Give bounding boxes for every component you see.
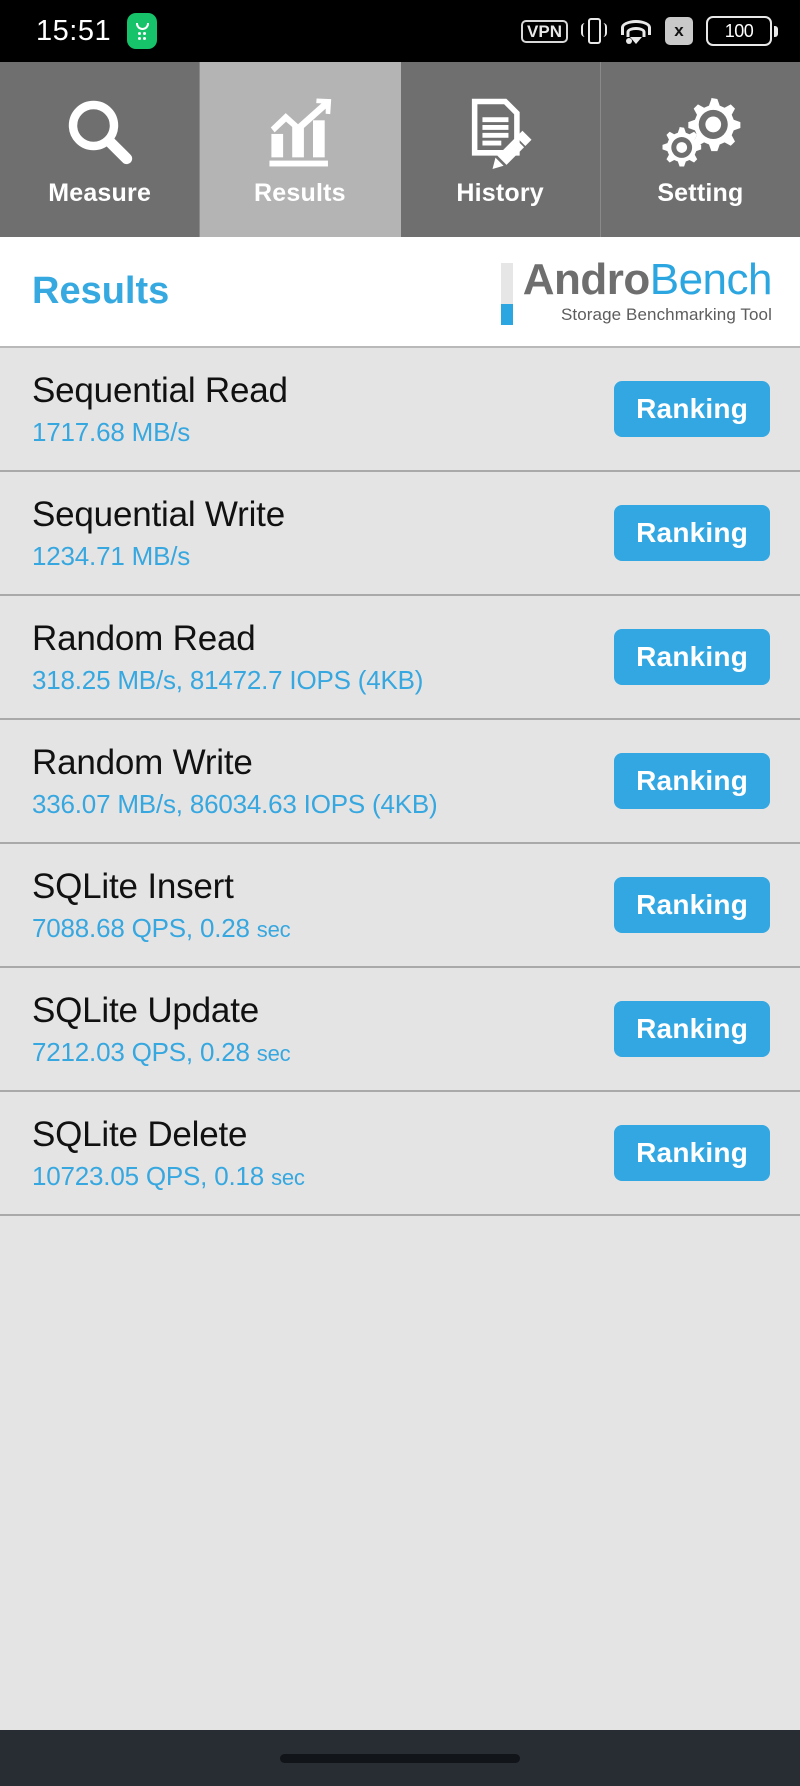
ranking-button[interactable]: Ranking xyxy=(614,381,770,437)
ranking-button[interactable]: Ranking xyxy=(614,753,770,809)
app-notification-icon xyxy=(127,13,158,49)
result-value: 1717.68 MB/s xyxy=(32,416,191,447)
result-name: Sequential Read xyxy=(32,370,288,410)
page-title: Results xyxy=(32,270,170,312)
table-row[interactable]: Sequential Write 1234.71 MB/s Ranking xyxy=(0,472,800,596)
vibrate-icon xyxy=(581,16,607,46)
result-name: Sequential Write xyxy=(32,494,285,534)
ranking-button[interactable]: Ranking xyxy=(614,505,770,561)
bar-chart-icon xyxy=(261,91,339,173)
result-name: SQLite Update xyxy=(32,990,259,1030)
row-texts: Random Read 318.25 MB/s, 81472.7 IOPS (4… xyxy=(32,619,423,696)
result-name: Random Write xyxy=(32,742,253,782)
result-value: 318.25 MB/s, 81472.7 IOPS (4KB) xyxy=(32,664,424,695)
table-row[interactable]: SQLite Update 7212.03 QPS, 0.28 sec Rank… xyxy=(0,968,800,1092)
ranking-button[interactable]: Ranking xyxy=(614,877,770,933)
result-value: 7212.03 QPS, 0.28 sec xyxy=(32,1036,291,1067)
androbench-logo: AndroBench Storage Benchmarking Tool xyxy=(500,255,773,325)
table-row[interactable]: Random Read 318.25 MB/s, 81472.7 IOPS (4… xyxy=(0,596,800,720)
vpn-icon: VPN xyxy=(521,19,568,43)
status-bar-right: VPN x 100 xyxy=(521,16,778,46)
row-texts: SQLite Update 7212.03 QPS, 0.28 sec xyxy=(32,990,291,1068)
wifi-icon xyxy=(620,18,652,44)
table-row[interactable]: Random Write 336.07 MB/s, 86034.63 IOPS … xyxy=(0,720,800,844)
tab-results-label: Results xyxy=(254,179,346,207)
magnifier-icon xyxy=(61,91,139,173)
tab-setting-label: Setting xyxy=(657,179,744,207)
page-header: Results AndroBench Storage Benchmarking … xyxy=(0,237,800,348)
result-unit: sec xyxy=(256,916,291,942)
ranking-button[interactable]: Ranking xyxy=(614,629,770,685)
row-texts: Random Write 336.07 MB/s, 86034.63 IOPS … xyxy=(32,743,438,820)
gears-icon xyxy=(659,91,741,173)
main-tab-bar: Measure Results History Setting xyxy=(0,62,800,237)
home-gesture-pill[interactable] xyxy=(280,1753,520,1763)
result-name: SQLite Insert xyxy=(32,866,234,906)
close-badge-icon: x xyxy=(665,17,693,45)
result-name: SQLite Delete xyxy=(32,1114,248,1154)
status-bar-left: 15:51 xyxy=(36,13,158,49)
results-list: Sequential Read 1717.68 MB/s Ranking Seq… xyxy=(0,348,800,1730)
phone-screen: 15:51 VPN x 100 Measure Results History … xyxy=(0,0,800,1786)
result-value: 1234.71 MB/s xyxy=(32,540,191,571)
table-row[interactable]: Sequential Read 1717.68 MB/s Ranking xyxy=(0,348,800,472)
result-unit: sec xyxy=(271,1164,305,1190)
battery-level: 100 xyxy=(724,20,754,41)
tab-history-label: History xyxy=(456,179,544,207)
logo-secondary: Bench xyxy=(649,255,773,304)
result-name: Random Read xyxy=(32,618,256,658)
result-value: 336.07 MB/s, 86034.63 IOPS (4KB) xyxy=(32,788,438,819)
tab-measure-label: Measure xyxy=(48,179,152,207)
table-row[interactable]: SQLite Delete 10723.05 QPS, 0.18 sec Ran… xyxy=(0,1092,800,1216)
result-value: 7088.68 QPS, 0.28 sec xyxy=(32,912,291,943)
ranking-button[interactable]: Ranking xyxy=(614,1001,770,1057)
logo-subtitle: Storage Benchmarking Tool xyxy=(560,304,772,324)
table-row[interactable]: SQLite Insert 7088.68 QPS, 0.28 sec Rank… xyxy=(0,844,800,968)
row-texts: SQLite Delete 10723.05 QPS, 0.18 sec xyxy=(32,1115,305,1192)
status-time: 15:51 xyxy=(36,14,112,47)
tab-setting[interactable]: Setting xyxy=(600,62,800,237)
logo-primary: Andro xyxy=(522,255,651,304)
system-navigation-bar xyxy=(0,1730,800,1786)
document-pen-icon xyxy=(461,91,539,173)
result-value: 10723.05 QPS, 0.18 sec xyxy=(32,1160,305,1191)
logo-bar-icon xyxy=(500,263,513,325)
ranking-button[interactable]: Ranking xyxy=(614,1125,770,1181)
status-bar: 15:51 VPN x 100 xyxy=(0,0,800,62)
row-texts: SQLite Insert 7088.68 QPS, 0.28 sec xyxy=(32,866,291,944)
row-texts: Sequential Write 1234.71 MB/s xyxy=(32,495,285,572)
logo-text: AndroBench Storage Benchmarking Tool xyxy=(522,255,773,325)
logo-wordmark: AndroBench xyxy=(522,255,773,304)
battery-icon: 100 xyxy=(706,16,778,46)
result-unit: sec xyxy=(256,1040,291,1066)
row-texts: Sequential Read 1717.68 MB/s xyxy=(32,371,288,448)
tab-history[interactable]: History xyxy=(400,62,601,237)
tab-measure[interactable]: Measure xyxy=(0,62,201,237)
tab-results[interactable]: Results xyxy=(200,62,401,237)
